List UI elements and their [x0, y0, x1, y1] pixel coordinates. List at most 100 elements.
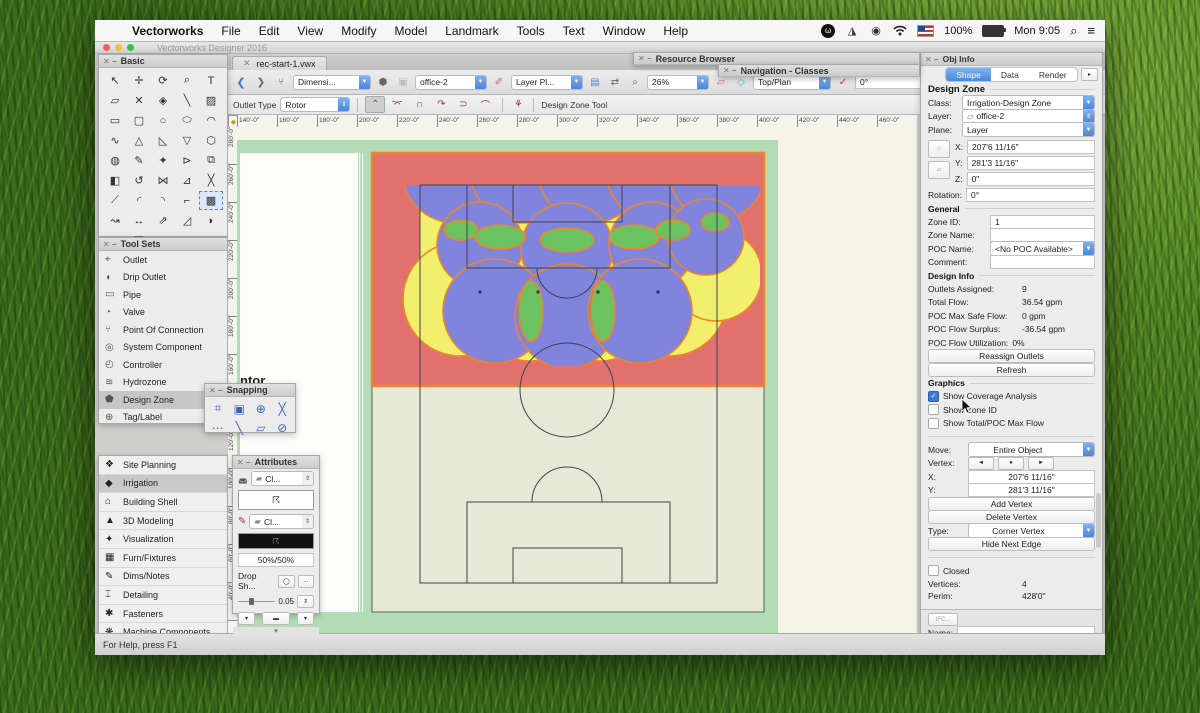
- menu-window[interactable]: Window: [594, 24, 655, 38]
- menu-help[interactable]: Help: [654, 24, 697, 38]
- closed-checkbox[interactable]: [928, 565, 939, 576]
- snapping-mode-icon[interactable]: ▱: [250, 418, 272, 437]
- menu-clock[interactable]: Mon 9:05: [1014, 25, 1060, 37]
- next-vertex-button[interactable]: ►: [1028, 457, 1054, 470]
- polyline-mode-icon[interactable]: ↷: [431, 96, 451, 113]
- basic-tool[interactable]: ◺: [151, 131, 175, 150]
- magnifier-icon[interactable]: ⌕: [627, 75, 643, 90]
- menu-tools[interactable]: Tools: [508, 24, 554, 38]
- basic-tool[interactable]: ⋈: [151, 171, 175, 190]
- hide-next-edge-button[interactable]: Hide Next Edge: [928, 537, 1095, 551]
- polyline-mode-icon[interactable]: ⌒: [475, 96, 495, 113]
- zone-name-field[interactable]: [990, 228, 1095, 242]
- record-icon[interactable]: ◉: [869, 24, 883, 38]
- show-coverage-checkbox[interactable]: ✓: [928, 391, 939, 402]
- basic-tool[interactable]: ▨: [199, 91, 223, 110]
- wifi-icon[interactable]: [893, 24, 907, 38]
- x-field[interactable]: 207'6 11/16": [967, 140, 1095, 154]
- basic-tool[interactable]: ◿: [175, 211, 199, 230]
- preferences-icon[interactable]: ⚘: [510, 97, 526, 112]
- basic-tool[interactable]: ⌕: [175, 71, 199, 90]
- poc-name-dropdown[interactable]: <No POC Available>▼: [990, 241, 1095, 256]
- tool-category-item[interactable]: ✦Visualization: [99, 530, 227, 549]
- tool-set-item[interactable]: ▭Pipe: [99, 286, 227, 304]
- basic-tool[interactable]: ◍: [103, 151, 127, 170]
- tool-category-item[interactable]: ✎Dims/Notes: [99, 568, 227, 587]
- basic-tool[interactable]: ⬡: [199, 131, 223, 150]
- tool-category-item[interactable]: ❖Site Planning: [99, 456, 227, 475]
- snapping-mode-icon[interactable]: ⋯: [207, 418, 229, 437]
- rotation-field[interactable]: 0°: [855, 75, 921, 89]
- close-palette-icon[interactable]: ✕ −: [925, 55, 939, 64]
- tool-set-item[interactable]: ◴Controller: [99, 356, 227, 374]
- close-window-button[interactable]: [103, 44, 110, 51]
- tool-category-item[interactable]: ▲3D Modeling: [99, 512, 227, 531]
- basic-tool[interactable]: ✛: [127, 71, 151, 90]
- comment-field[interactable]: [990, 255, 1095, 269]
- active-layer-dropdown[interactable]: office-2▼: [415, 75, 487, 90]
- menu-model[interactable]: Model: [386, 24, 437, 38]
- close-palette-icon[interactable]: ✕ −: [237, 458, 251, 467]
- pen-icon[interactable]: ✎: [238, 516, 246, 527]
- plane-dropdown[interactable]: Layer▼: [962, 122, 1095, 137]
- menu-vectorworks[interactable]: Vectorworks: [123, 24, 212, 38]
- basic-tool[interactable]: ✕: [127, 91, 151, 110]
- reassign-outlets-button[interactable]: Reassign Outlets: [928, 349, 1095, 363]
- basic-tool[interactable]: ╳: [199, 171, 223, 190]
- basic-tool[interactable]: ◠: [199, 111, 223, 130]
- menu-text[interactable]: Text: [554, 24, 594, 38]
- document-tab[interactable]: ✕ rec-start-1.vwx: [232, 56, 327, 70]
- attr-right-dropdown[interactable]: ▾: [297, 612, 314, 625]
- back-button[interactable]: ❮: [233, 75, 249, 90]
- y-field[interactable]: 281'3 11/16": [967, 156, 1095, 170]
- outlet-type-dropdown[interactable]: Rotor⇕: [280, 97, 350, 112]
- snapping-mode-icon[interactable]: ╳: [272, 399, 294, 418]
- tab-render[interactable]: Render: [1029, 68, 1077, 81]
- attributes-collapse-arrow[interactable]: ▾: [233, 627, 319, 635]
- z-field[interactable]: 0": [967, 172, 1095, 186]
- refresh-button[interactable]: Refresh: [928, 363, 1095, 377]
- snapping-mode-icon[interactable]: ⊕: [250, 399, 272, 418]
- basic-tool[interactable]: ∿: [103, 131, 127, 150]
- dim-style-dropdown[interactable]: Dimensi...▼: [293, 75, 371, 90]
- snapping-mode-icon[interactable]: ⊘: [272, 418, 294, 437]
- tab-shape[interactable]: Shape: [946, 68, 991, 81]
- forward-button[interactable]: ❯: [253, 75, 269, 90]
- basic-tool[interactable]: ▢: [127, 111, 151, 130]
- tool-category-item[interactable]: ◆Irrigation: [99, 475, 227, 494]
- tool-category-item[interactable]: ✱Fasteners: [99, 605, 227, 624]
- basic-tool[interactable]: ↺: [127, 171, 151, 190]
- basic-tool[interactable]: ⟳: [151, 71, 175, 90]
- tool-set-item[interactable]: ◖Drip Outlet: [99, 269, 227, 287]
- slider-stepper[interactable]: ⇕: [297, 595, 314, 608]
- notification-center-icon[interactable]: ≡: [1087, 23, 1095, 38]
- tool-set-item[interactable]: ⌖Outlet: [99, 251, 227, 269]
- basic-tool[interactable]: ▽: [175, 131, 199, 150]
- basic-tool[interactable]: ✎: [127, 151, 151, 170]
- prev-vertex-button[interactable]: ◄: [968, 457, 994, 470]
- basic-tool[interactable]: ↝: [103, 211, 127, 230]
- basic-tool[interactable]: ▩: [199, 191, 223, 210]
- layer-plane-icon[interactable]: ✐: [491, 75, 507, 90]
- opacity-field[interactable]: 50%/50%: [238, 553, 314, 567]
- basic-tool[interactable]: ◜: [127, 191, 151, 210]
- tool-set-item[interactable]: ◎System Component: [99, 339, 227, 357]
- fill-color-swatch[interactable]: ☈: [238, 490, 314, 510]
- page-icon[interactable]: ▤: [587, 75, 603, 90]
- line-style-button[interactable]: ▬: [262, 612, 290, 625]
- vertex-y-field[interactable]: 281'3 11/16": [968, 483, 1095, 497]
- basic-tool[interactable]: ⊿: [175, 171, 199, 190]
- tool-category-item[interactable]: ⌶Detailing: [99, 586, 227, 605]
- menu-view[interactable]: View: [288, 24, 332, 38]
- tool-category-item[interactable]: ⌂Building Shell: [99, 493, 227, 512]
- menu-edit[interactable]: Edit: [250, 24, 289, 38]
- basic-tool[interactable]: ◗: [199, 211, 223, 230]
- plane-position-icon[interactable]: ▱: [928, 161, 950, 179]
- polyline-mode-icon[interactable]: ⊃: [453, 96, 473, 113]
- basic-tool[interactable]: ◝: [151, 191, 175, 210]
- layer-plane-dropdown[interactable]: Layer Pl...▼: [511, 75, 583, 90]
- tab-data[interactable]: Data: [991, 68, 1029, 81]
- menu-landmark[interactable]: Landmark: [436, 24, 507, 38]
- drive-icon[interactable]: ◮: [845, 24, 859, 38]
- unified-view-icon[interactable]: ⬢: [375, 75, 391, 90]
